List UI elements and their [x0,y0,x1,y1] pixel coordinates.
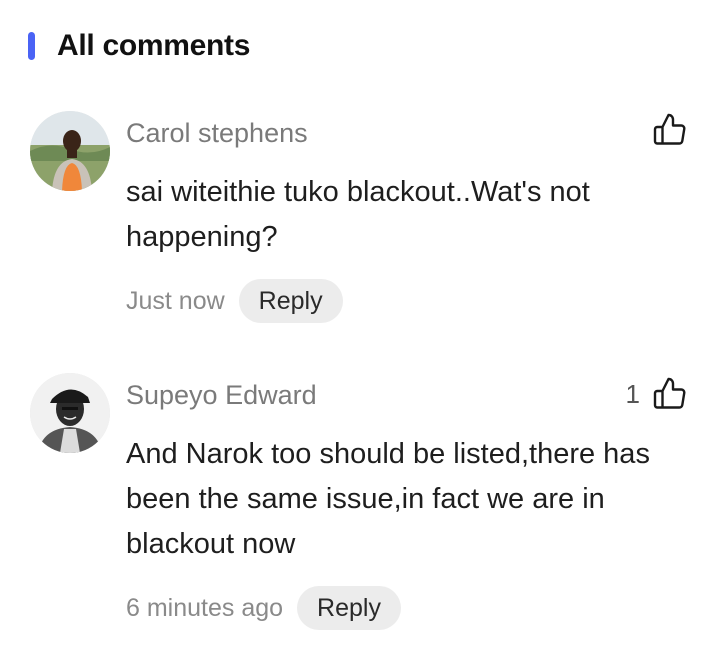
like-count: 1 [625,378,640,409]
comment-meta: Just now Reply [126,279,343,323]
comment-time: 6 minutes ago [126,593,284,622]
thumbs-up-icon[interactable] [652,376,688,412]
comment-time: Just now [126,286,225,315]
comment-item: Supeyo Edward 1 And Narok too should be … [0,372,720,642]
section-header: All comments [28,26,250,66]
like-control[interactable]: 1 [626,374,688,414]
thumbs-up-icon[interactable] [652,112,688,148]
comment-text: sai witeithie tuko blackout..Wat's not h… [126,176,590,253]
comments-panel: All comments Carol stephens sai witeithi… [0,0,720,652]
accent-bar [28,32,35,60]
comment-meta: 6 minutes ago Reply [126,586,401,630]
section-title: All comments [57,29,251,62]
avatar[interactable] [30,373,110,453]
author-name[interactable]: Carol stephens [126,118,308,149]
avatar-photo-supeyo [30,373,110,453]
avatar-photo-carol [30,111,110,191]
reply-button[interactable]: Reply [297,586,401,630]
like-control[interactable] [640,110,688,150]
reply-button[interactable]: Reply [238,279,343,323]
comment-item: Carol stephens sai witeithie tuko blacko… [0,110,720,330]
avatar[interactable] [30,111,110,191]
author-name[interactable]: Supeyo Edward [126,380,317,411]
comment-text: And Narok too should be listed,there has… [126,438,650,560]
